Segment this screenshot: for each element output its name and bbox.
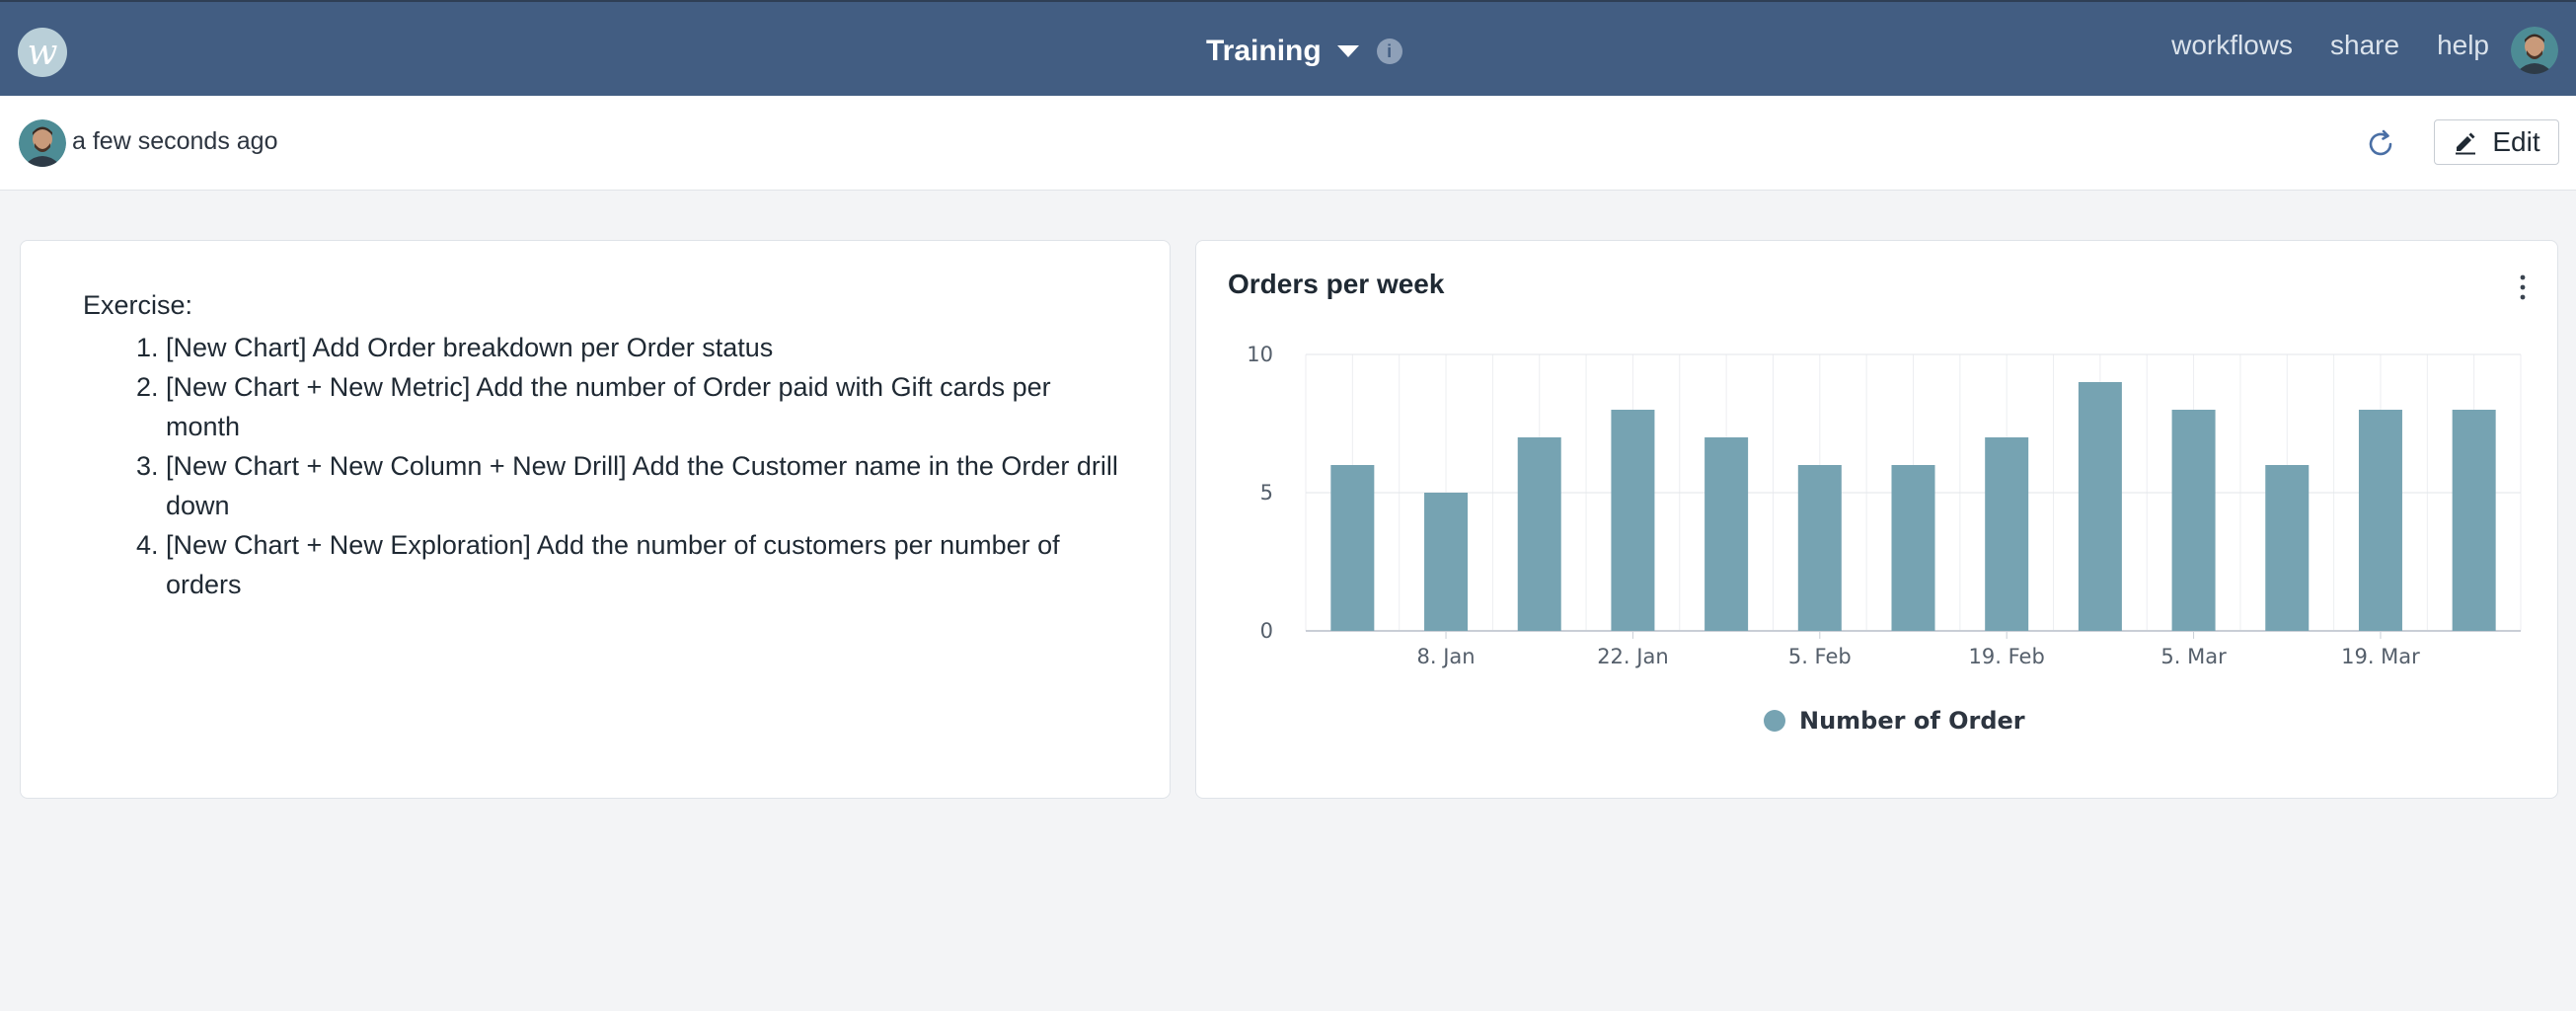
exercise-item: [New Chart + New Metric] Add the number … [166, 367, 1119, 446]
user-avatar[interactable] [2511, 27, 2558, 74]
edit-button-label: Edit [2492, 126, 2540, 157]
exercise-text-card: Exercise: [New Chart] Add Order breakdow… [20, 240, 1171, 799]
exercise-item: [New Chart + New Exploration] Add the nu… [166, 525, 1119, 604]
chart-bar[interactable] [1891, 465, 1935, 631]
chart-legend-item[interactable]: Number of Order [1764, 707, 2025, 735]
chart-bar[interactable] [1611, 410, 1655, 631]
legend-label: Number of Order [1799, 707, 2025, 735]
x-tick-label: 22. Jan [1597, 645, 1668, 668]
chart-bar[interactable] [2265, 465, 2310, 631]
chart-bar[interactable] [1705, 437, 1749, 631]
top-navigation-bar: w Training i workflows share help [0, 0, 2576, 96]
nav-link-workflows[interactable]: workflows [2171, 30, 2293, 61]
chart-bar[interactable] [1517, 437, 1561, 631]
author-avatar [19, 119, 66, 167]
chart-bar[interactable] [1797, 465, 1842, 631]
exercise-heading: Exercise: [83, 290, 193, 320]
y-tick-label: 5 [1260, 481, 1273, 505]
legend-marker [1764, 710, 1785, 732]
exercise-item: [New Chart] Add Order breakdown per Orde… [166, 328, 1119, 367]
refresh-icon[interactable] [2365, 128, 2396, 160]
chart-bar[interactable] [2078, 382, 2122, 631]
x-tick-label: 5. Feb [1788, 645, 1852, 668]
x-tick-label: 19. Feb [1969, 645, 2045, 668]
chart-bar[interactable] [1985, 437, 2029, 631]
y-tick-label: 10 [1247, 343, 1273, 366]
chart-bar[interactable] [1424, 493, 1469, 631]
chart-bar[interactable] [1330, 465, 1375, 631]
info-icon[interactable]: i [1376, 39, 1402, 64]
chart-bar[interactable] [2452, 410, 2496, 631]
orders-chart-card: Orders per week 0 5 10 8. Jan 22. Jan 5. Feb 1… [1195, 240, 2558, 799]
caret-down-icon[interactable] [1336, 45, 1359, 57]
top-nav-links: workflows share help [2171, 30, 2489, 61]
pencil-icon [2456, 132, 2476, 155]
dashboard-subheader: a few seconds ago Edit [0, 96, 2576, 191]
workspace-logo-icon[interactable]: w [18, 28, 67, 77]
exercise-list: [New Chart] Add Order breakdown per Orde… [83, 328, 1119, 604]
nav-link-help[interactable]: help [2437, 30, 2489, 61]
nav-link-share[interactable]: share [2330, 30, 2399, 61]
dashboard-title-selector[interactable]: Training i [1206, 32, 1402, 71]
x-tick-label: 5. Mar [2160, 645, 2227, 668]
chart-bar[interactable] [2171, 410, 2216, 631]
last-updated-text: a few seconds ago [72, 127, 278, 155]
exercise-item: [New Chart + New Column + New Drill] Add… [166, 446, 1119, 525]
x-tick-label: 19. Mar [2341, 645, 2420, 668]
y-tick-label: 0 [1260, 619, 1273, 643]
edit-button[interactable]: Edit [2434, 119, 2559, 165]
chart-bar[interactable] [2358, 410, 2402, 631]
x-tick-label: 8. Jan [1416, 645, 1475, 668]
dashboard-title[interactable]: Training [1206, 35, 1322, 68]
